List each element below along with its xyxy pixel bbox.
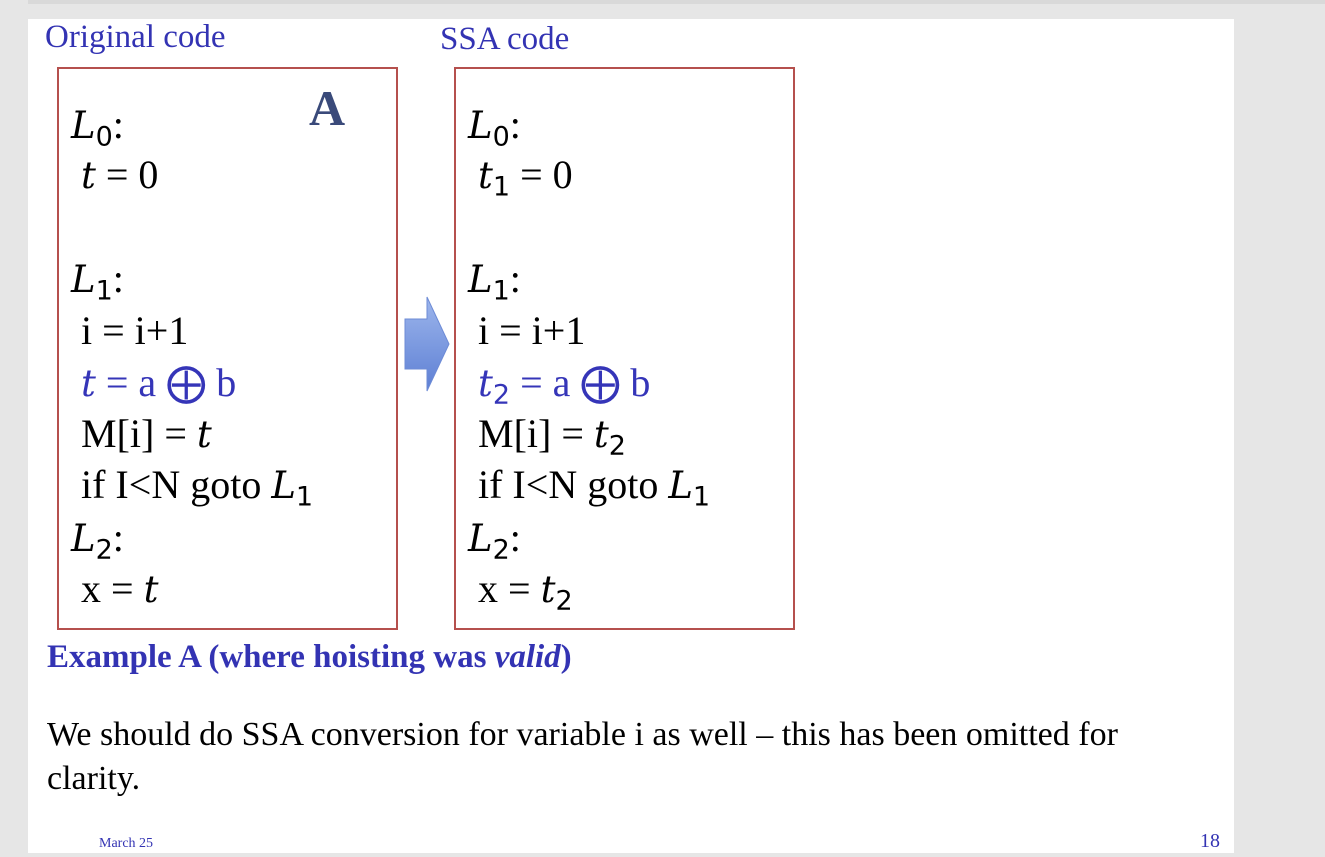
label-l1: L1:: [71, 256, 124, 307]
original-code-box: A L0: t = 0 L1: i = i+1 t = a ⨁ b M[i] =…: [57, 67, 398, 630]
page-number: 18: [1200, 830, 1220, 852]
stmt-t1-init: t1 = 0: [478, 152, 573, 203]
ssa-code-heading: SSA code: [440, 21, 570, 57]
label-l0: L0:: [468, 102, 521, 153]
stmt-t2-assign: t2 = a ⨁ b: [478, 360, 651, 411]
slide: Original code SSA code A L0: t = 0 L1: i…: [28, 19, 1234, 853]
example-caption: Example A (where hoisting was valid): [47, 639, 572, 675]
label-l1: L1:: [468, 256, 521, 307]
stmt-final: x = t2: [478, 566, 573, 617]
ssa-code-box: L0: t1 = 0 L1: i = i+1 t2 = a ⨁ b M[i] =…: [454, 67, 795, 630]
stmt-t-init: t = 0: [81, 152, 159, 197]
label-l2: L2:: [468, 515, 521, 566]
footer-date: March 25: [99, 836, 154, 851]
label-l0: L0:: [71, 102, 124, 153]
stmt-store: M[i] = t: [81, 411, 212, 456]
example-letter: A: [309, 80, 346, 136]
stmt-increment: i = i+1: [478, 308, 586, 353]
stmt-branch: if I<N goto L1: [81, 462, 314, 513]
stmt-final: x = t: [81, 566, 159, 611]
explanation-text: We should do SSA conversion for variable…: [47, 716, 1118, 797]
stmt-hoisted-assign: t = a ⨁ b: [81, 360, 237, 405]
right-arrow-icon: [404, 296, 450, 392]
label-l2: L2:: [71, 515, 124, 566]
top-strip: [28, 0, 1325, 4]
stmt-increment: i = i+1: [81, 308, 189, 353]
stmt-store: M[i] = t2: [478, 411, 626, 462]
stmt-branch: if I<N goto L1: [478, 462, 711, 513]
original-code-heading: Original code: [45, 19, 226, 55]
